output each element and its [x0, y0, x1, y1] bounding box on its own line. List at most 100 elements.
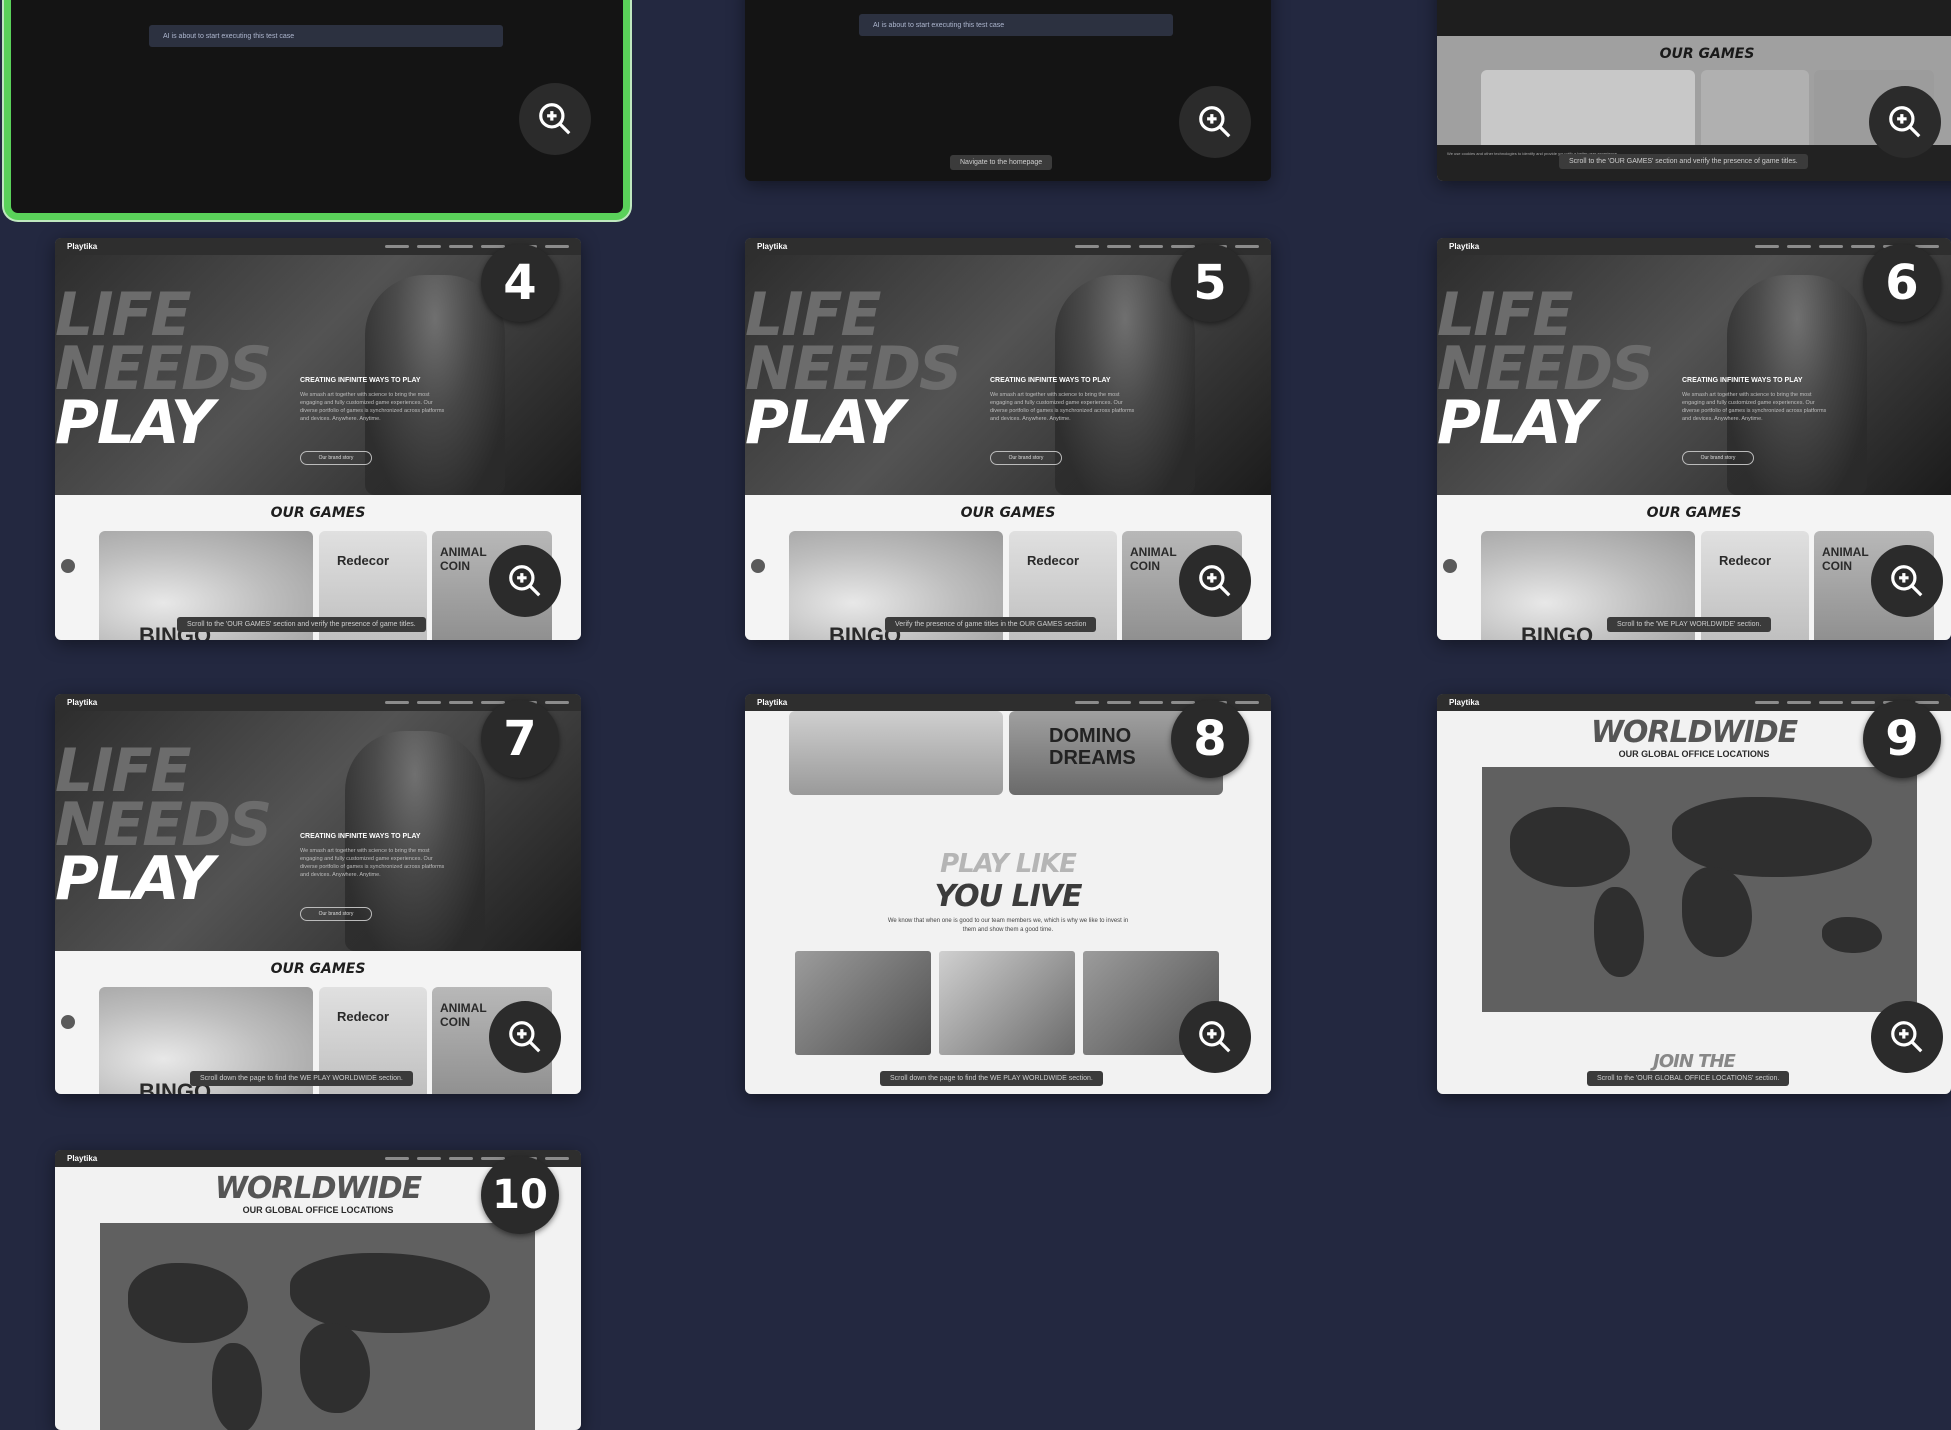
hero-line-3: PLAY — [1437, 388, 1596, 458]
zoom-in-icon — [1199, 106, 1231, 138]
zoom-in-icon — [539, 103, 571, 135]
map-north-america — [128, 1263, 248, 1343]
site-logo: Playtika — [757, 698, 788, 707]
game-tile — [1481, 70, 1695, 150]
games-heading: OUR GAMES — [270, 961, 366, 977]
team-photo — [939, 951, 1075, 1055]
hero-line-3: PLAY — [55, 388, 214, 458]
map-europe-asia — [290, 1253, 490, 1333]
step-number-badge: 10 — [481, 1156, 559, 1234]
zoom-button[interactable] — [489, 1001, 561, 1073]
step-card-3-top[interactable]: OUR GAMES We use cookies and other techn… — [1437, 0, 1951, 181]
hero-figure — [365, 275, 505, 495]
accessibility-icon — [1443, 559, 1457, 573]
hero-text: We smash art together with science to br… — [300, 848, 445, 878]
status-text: AI is about to start executing this test… — [163, 32, 295, 40]
hero-strip — [1437, 0, 1951, 36]
hero-button: Our brand story — [990, 451, 1062, 465]
game-tile — [789, 711, 1003, 795]
site-links — [1075, 701, 1259, 704]
step-number-badge: 6 — [1863, 244, 1941, 322]
join-heading: JOIN THE — [1653, 1051, 1736, 1072]
map-europe-asia — [1672, 797, 1872, 877]
hero-text: We smash art together with science to br… — [300, 392, 445, 422]
hero-button: Our brand story — [300, 451, 372, 465]
map-north-america — [1510, 807, 1630, 887]
status-bar: AI is about to start executing this test… — [149, 25, 503, 47]
zoom-button[interactable] — [1869, 86, 1941, 158]
step-card-3-selected[interactable]: AI is about to start executing this test… — [4, 0, 630, 220]
hero-text: We smash art together with science to br… — [990, 392, 1135, 422]
hero-button: Our brand story — [300, 907, 372, 921]
zoom-button[interactable] — [519, 83, 591, 155]
site-logo: Playtika — [67, 1154, 98, 1163]
map-africa — [300, 1323, 370, 1413]
step-card-2[interactable]: AI is about to start executing this test… — [745, 0, 1271, 181]
play-heading-2: YOU LIVE — [934, 879, 1083, 914]
step-caption: Scroll to the 'OUR GAMES' section and ve… — [177, 617, 426, 632]
zoom-button[interactable] — [1871, 1001, 1943, 1073]
zoom-button[interactable] — [489, 545, 561, 617]
zoom-in-icon — [509, 565, 541, 597]
map-south-america — [212, 1343, 262, 1430]
step-card-5[interactable]: Playtika LIFE NEEDS PLAY CREATING INFINI… — [745, 238, 1271, 640]
step-card-9[interactable]: Playtika WORLDWIDE OUR GLOBAL OFFICE LOC… — [1437, 694, 1951, 1094]
play-heading-1: PLAY LIKE — [940, 849, 1077, 879]
world-map — [100, 1223, 535, 1430]
map-africa — [1682, 867, 1752, 957]
site-logo: Playtika — [757, 242, 788, 251]
games-heading: OUR GAMES — [960, 505, 1056, 521]
accessibility-icon — [61, 559, 75, 573]
hero-line-3: PLAY — [55, 844, 214, 914]
step-number-badge: 4 — [481, 244, 559, 322]
step-caption: Navigate to the homepage — [950, 155, 1053, 170]
site-links — [385, 701, 569, 704]
map-australia — [1822, 917, 1882, 953]
zoom-in-icon — [1199, 565, 1231, 597]
hero-title: CREATING INFINITE WAYS TO PLAY — [300, 377, 421, 384]
status-bar: AI is about to start executing this test… — [859, 14, 1173, 36]
games-heading: OUR GAMES — [270, 505, 366, 521]
site-logo: Playtika — [67, 698, 98, 707]
zoom-in-icon — [1891, 1021, 1923, 1053]
zoom-in-icon — [509, 1021, 541, 1053]
step-card-6[interactable]: Playtika LIFE NEEDS PLAY CREATING INFINI… — [1437, 238, 1951, 640]
zoom-button[interactable] — [1179, 545, 1251, 617]
zoom-button[interactable] — [1179, 86, 1251, 158]
hero-title: CREATING INFINITE WAYS TO PLAY — [1682, 377, 1803, 384]
zoom-in-icon — [1199, 1021, 1231, 1053]
hero-line-3: PLAY — [745, 388, 904, 458]
site-links — [385, 1157, 569, 1160]
step-number-badge: 9 — [1863, 700, 1941, 778]
step-number-badge: 7 — [481, 700, 559, 778]
step-caption: Scroll to the 'OUR GLOBAL OFFICE LOCATIO… — [1587, 1071, 1790, 1086]
map-south-america — [1594, 887, 1644, 977]
step-card-10[interactable]: Playtika WORLDWIDE OUR GLOBAL OFFICE LOC… — [55, 1150, 581, 1430]
hero-figure — [1055, 275, 1195, 495]
hero-button: Our brand story — [1682, 451, 1754, 465]
zoom-in-icon — [1889, 106, 1921, 138]
site-nav: Playtika — [1437, 694, 1951, 711]
site-logo: Playtika — [67, 242, 98, 251]
hero-title: CREATING INFINITE WAYS TO PLAY — [300, 833, 421, 840]
site-nav: Playtika — [1437, 238, 1951, 255]
accessibility-icon — [61, 1015, 75, 1029]
step-caption: Verify the presence of game titles in th… — [885, 617, 1097, 632]
hero-text: We smash art together with science to br… — [1682, 392, 1827, 422]
step-card-7[interactable]: Playtika LIFE NEEDS PLAY CREATING INFINI… — [55, 694, 581, 1094]
game-tile — [1701, 70, 1809, 150]
hero-title: CREATING INFINITE WAYS TO PLAY — [990, 377, 1111, 384]
step-card-8[interactable]: Playtika DOMINO DREAMS PLAY LIKE YOU LIV… — [745, 694, 1271, 1094]
zoom-button[interactable] — [1179, 1001, 1251, 1073]
step-number-badge: 5 — [1171, 244, 1249, 322]
site-links — [385, 245, 569, 248]
step-card-4[interactable]: Playtika LIFE NEEDS PLAY CREATING INFINI… — [55, 238, 581, 640]
site-links — [1075, 245, 1259, 248]
games-heading: OUR GAMES — [1646, 505, 1742, 521]
site-logo: Playtika — [1449, 242, 1480, 251]
zoom-in-icon — [1891, 565, 1923, 597]
accessibility-icon — [751, 559, 765, 573]
zoom-button[interactable] — [1871, 545, 1943, 617]
games-heading: OUR GAMES — [1659, 46, 1755, 62]
site-logo: Playtika — [1449, 698, 1480, 707]
